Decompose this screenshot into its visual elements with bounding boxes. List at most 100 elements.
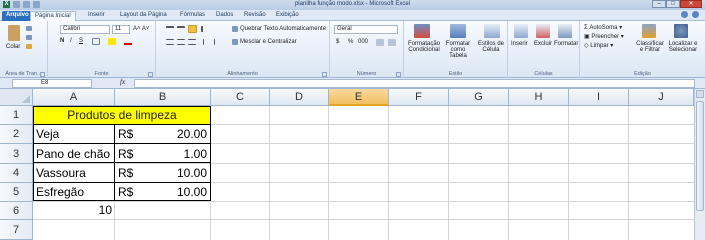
cell-b4-value[interactable]: 10.00: [160, 166, 207, 180]
bold-button[interactable]: N: [60, 38, 64, 44]
scroll-up-icon[interactable]: [696, 90, 704, 98]
row-header-7[interactable]: 7: [0, 220, 33, 240]
column-header-h[interactable]: H: [509, 89, 569, 106]
cell-a6[interactable]: 10: [36, 203, 112, 217]
cell-a5[interactable]: Esfregão: [36, 185, 84, 199]
font-name-select[interactable]: Calibri: [60, 25, 110, 34]
cell-styles-button[interactable]: Estilos de Célula: [476, 41, 506, 53]
formula-input[interactable]: [134, 79, 695, 88]
column-header-j[interactable]: J: [629, 89, 694, 106]
insert-cells-icon[interactable]: [514, 24, 528, 38]
maximize-button[interactable]: □: [666, 0, 680, 8]
paste-icon[interactable]: [8, 25, 20, 41]
align-middle-icon[interactable]: [177, 26, 185, 32]
minimize-button[interactable]: –: [652, 0, 666, 8]
column-header-a[interactable]: A: [33, 89, 115, 106]
format-cells-button[interactable]: Formatar: [554, 41, 578, 47]
column-header-d[interactable]: D: [270, 89, 329, 106]
cell-b2-value[interactable]: 20.00: [160, 127, 207, 141]
fill-button[interactable]: ▣ Preencher ▾: [584, 33, 624, 40]
column-header-g[interactable]: G: [449, 89, 509, 106]
cell-b5-currency[interactable]: R$: [118, 185, 133, 199]
row-header-6[interactable]: 6: [0, 202, 33, 220]
sort-filter-button[interactable]: Classificar e Filtrar: [636, 41, 664, 53]
merge-center-icon[interactable]: [232, 39, 238, 45]
font-color-icon[interactable]: [124, 38, 132, 45]
conditional-formatting-button[interactable]: Formatação Condicional: [406, 41, 442, 53]
row-header-4[interactable]: 4: [0, 164, 33, 183]
cell-b3-currency[interactable]: R$: [118, 147, 133, 161]
cell-a1-title[interactable]: Produtos de limpeza: [33, 106, 211, 125]
cell-a2[interactable]: Veja: [36, 127, 59, 141]
cell-b2-currency[interactable]: R$: [118, 127, 133, 141]
merge-center-button[interactable]: Mesclar e Centralizar: [240, 39, 297, 45]
format-painter-icon[interactable]: [26, 44, 32, 49]
cut-icon[interactable]: [26, 26, 32, 31]
conditional-formatting-icon[interactable]: [414, 24, 430, 38]
decrease-indent-icon[interactable]: [203, 39, 211, 45]
sort-filter-icon[interactable]: [642, 24, 656, 38]
row-header-2[interactable]: 2: [0, 125, 33, 144]
align-center-icon[interactable]: [177, 39, 185, 45]
align-top-icon[interactable]: [166, 26, 174, 32]
increase-decimal-icon[interactable]: [376, 39, 384, 46]
font-launcher-icon[interactable]: [148, 72, 153, 77]
insert-cells-button[interactable]: Inserir: [511, 41, 528, 47]
paste-button[interactable]: Colar: [6, 44, 20, 50]
row-header-5[interactable]: 5: [0, 183, 33, 202]
delete-cells-button[interactable]: Excluir: [534, 41, 552, 47]
copy-icon[interactable]: [26, 35, 32, 40]
select-all-button[interactable]: [0, 89, 33, 106]
find-select-icon[interactable]: [674, 24, 688, 38]
help-icon[interactable]: [692, 11, 699, 18]
fill-color-icon[interactable]: [108, 38, 116, 45]
cell-a4[interactable]: Vassoura: [36, 166, 86, 180]
tab-home[interactable]: Página Inicial: [30, 11, 76, 21]
tab-view[interactable]: Exibição: [272, 11, 303, 21]
cell-styles-icon[interactable]: [484, 24, 500, 38]
currency-button[interactable]: $: [336, 39, 339, 45]
orientation-icon[interactable]: [201, 26, 209, 32]
wrap-text-icon[interactable]: [232, 26, 238, 32]
clear-button[interactable]: ◇ Limpar ▾: [584, 42, 613, 49]
thousands-button[interactable]: 000: [358, 39, 368, 45]
underline-button[interactable]: S: [79, 38, 83, 44]
close-button[interactable]: ✕: [680, 0, 702, 8]
cell-a3[interactable]: Pano de chão: [36, 147, 110, 161]
column-header-b[interactable]: B: [115, 89, 211, 106]
align-right-icon[interactable]: [188, 39, 196, 45]
column-header-f[interactable]: F: [389, 89, 449, 106]
clipboard-launcher-icon[interactable]: [40, 72, 45, 77]
cell-b5-value[interactable]: 10.00: [160, 185, 207, 199]
italic-button[interactable]: I: [70, 38, 72, 44]
column-header-c[interactable]: C: [211, 89, 270, 106]
find-select-button[interactable]: Localizar e Selecionar: [666, 41, 700, 53]
column-header-e[interactable]: E: [329, 89, 389, 106]
percent-button[interactable]: %: [348, 39, 353, 45]
borders-icon[interactable]: [92, 38, 100, 45]
tab-file[interactable]: Arquivo: [2, 11, 33, 21]
delete-cells-icon[interactable]: [536, 24, 550, 38]
cell-b3-value[interactable]: 1.00: [160, 147, 207, 161]
format-cells-icon[interactable]: [558, 24, 572, 38]
wrap-text-button[interactable]: Quebrar Texto Automaticamente: [240, 26, 326, 32]
tab-review[interactable]: Revisão: [240, 11, 270, 21]
vertical-scrollbar[interactable]: [694, 89, 705, 240]
minimize-ribbon-icon[interactable]: [681, 11, 688, 18]
autosum-button[interactable]: Σ AutoSoma ▾: [584, 24, 622, 31]
tab-insert[interactable]: Inserir: [84, 11, 109, 21]
alignment-launcher-icon[interactable]: [322, 72, 327, 77]
number-launcher-icon[interactable]: [396, 72, 401, 77]
row-header-3[interactable]: 3: [0, 144, 33, 164]
cell-b4-currency[interactable]: R$: [118, 166, 133, 180]
format-as-table-icon[interactable]: [450, 24, 466, 38]
format-as-table-button[interactable]: Formatar como Tabela: [442, 41, 474, 59]
align-left-icon[interactable]: [166, 39, 174, 45]
name-box[interactable]: E8: [12, 79, 92, 88]
increase-indent-icon[interactable]: [214, 39, 222, 45]
column-header-i[interactable]: I: [569, 89, 629, 106]
insert-function-button[interactable]: fx: [120, 78, 125, 86]
tab-formulas[interactable]: Fórmulas: [176, 11, 209, 21]
row-header-1[interactable]: 1: [0, 106, 33, 125]
decrease-decimal-icon[interactable]: [388, 39, 396, 46]
